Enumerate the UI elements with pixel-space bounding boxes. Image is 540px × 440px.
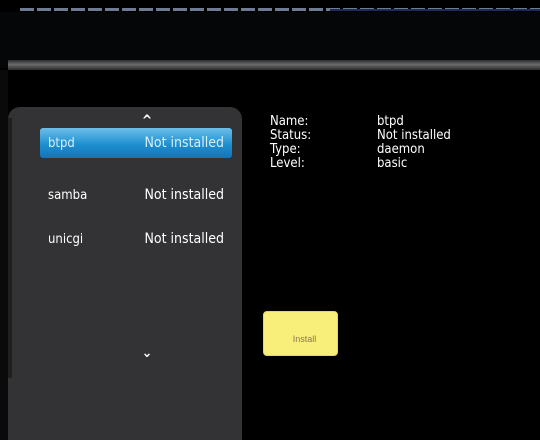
package-status: Not installed <box>144 187 224 203</box>
package-name: btpd <box>48 135 75 151</box>
name-label: Name: <box>270 114 309 129</box>
left-edge <box>0 70 8 440</box>
package-status: Not installed <box>144 135 224 151</box>
chevron-up-icon: ^ <box>141 113 153 129</box>
level-value: basic <box>377 156 408 171</box>
detail-status-row: Status: Not installed <box>270 129 451 143</box>
scroll-up-button[interactable]: ^ <box>140 113 154 129</box>
list-item-samba[interactable]: samba Not installed <box>40 180 232 210</box>
scroll-down-button[interactable]: ⌄ <box>140 345 154 361</box>
top-rule-accent <box>330 9 540 11</box>
package-name: samba <box>48 187 88 203</box>
name-value: btpd <box>377 114 404 129</box>
panel-edge <box>8 118 12 378</box>
package-manager-screen: ^ btpd Not installed samba Not installed… <box>0 0 540 440</box>
package-status: Not installed <box>144 231 224 247</box>
status-value: Not installed <box>377 128 451 143</box>
package-details: Name: btpd Status: Not installed Type: d… <box>270 115 451 171</box>
type-label: Type: <box>270 142 301 157</box>
detail-name-row: Name: btpd <box>270 115 451 129</box>
list-item-btpd[interactable]: btpd Not installed <box>40 128 232 158</box>
status-label: Status: <box>270 128 312 143</box>
list-item-unicgi[interactable]: unicgi Not installed <box>40 224 232 254</box>
detail-type-row: Type: daemon <box>270 143 451 157</box>
type-value: daemon <box>377 142 425 157</box>
level-label: Level: <box>270 156 305 171</box>
package-name: unicgi <box>48 231 84 247</box>
chevron-down-icon: ⌄ <box>141 345 153 361</box>
install-button[interactable]: Install <box>263 311 338 356</box>
detail-level-row: Level: basic <box>270 157 451 171</box>
header-divider <box>8 60 540 70</box>
